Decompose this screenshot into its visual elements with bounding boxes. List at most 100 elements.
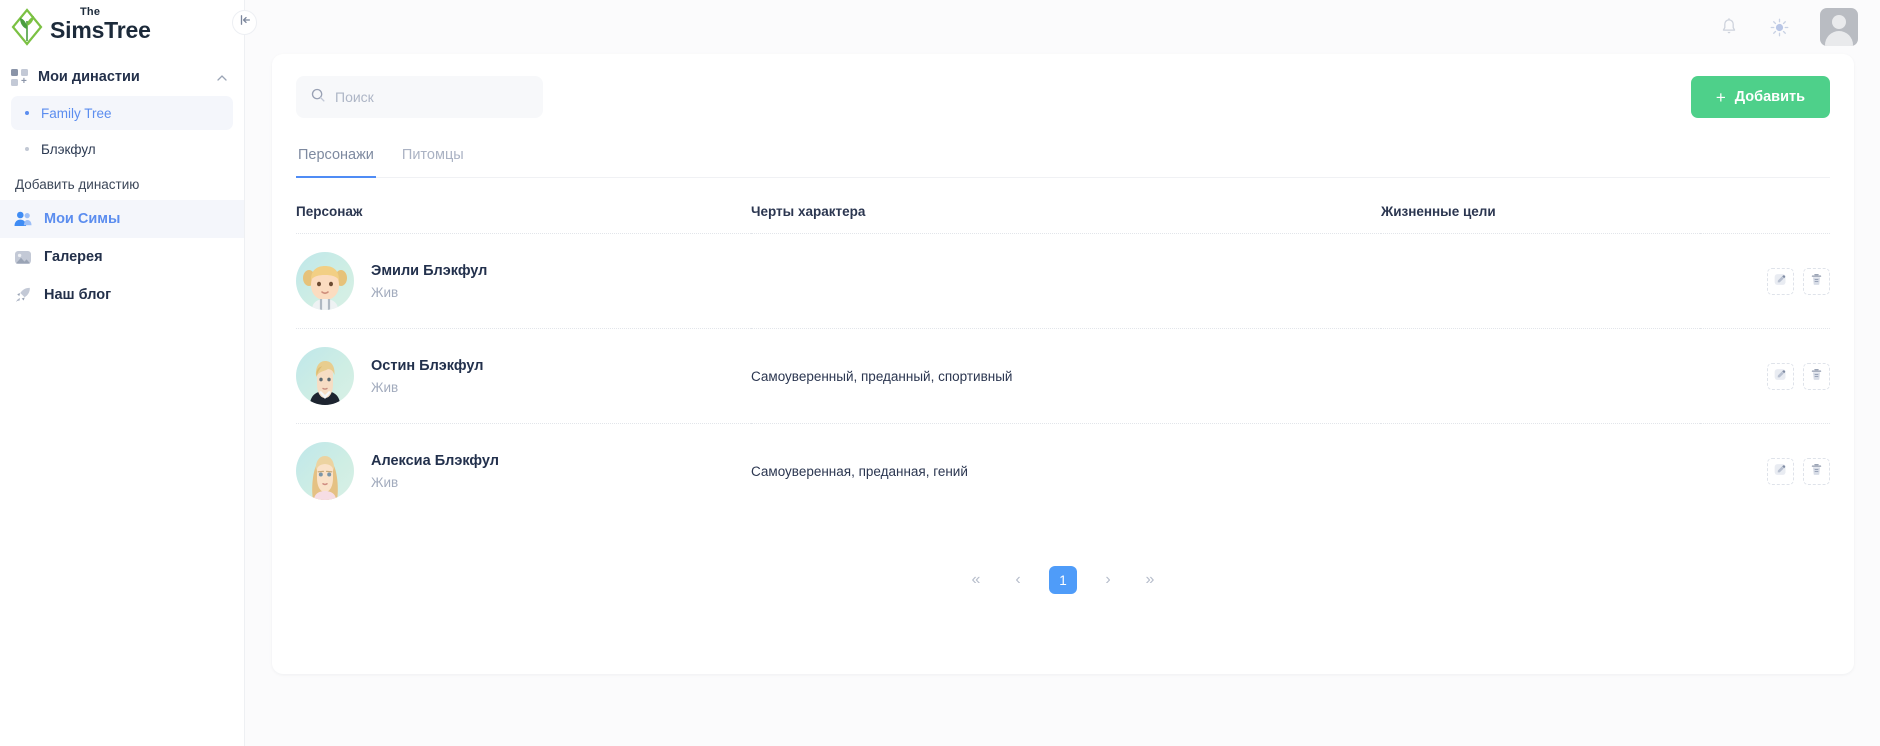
- sidebar: The SimsTree + Мои династии Family Tree: [0, 0, 245, 746]
- chevron-up-icon[interactable]: [216, 71, 228, 83]
- collapse-left-icon: [238, 13, 252, 32]
- sim-name: Алексиа Блэкфул: [371, 452, 499, 469]
- col-header-traits: Черты характера: [751, 204, 866, 219]
- bullet-icon: [25, 147, 29, 151]
- sidebar-subitem-label: Блэкфул: [41, 141, 96, 157]
- sidebar-item-label: Наш блог: [44, 287, 112, 303]
- add-button-label: Добавить: [1734, 89, 1805, 105]
- edit-button[interactable]: [1767, 362, 1794, 390]
- table-header-row: Персонаж Черты характера Жизненные цели: [296, 194, 1830, 234]
- search-icon: [310, 87, 326, 108]
- add-button[interactable]: + Добавить: [1690, 76, 1830, 118]
- pagination-prev[interactable]: ‹: [1007, 567, 1029, 593]
- person-cell: Остин Блэкфул Жив: [296, 347, 751, 405]
- pagination-page-1[interactable]: 1: [1049, 566, 1077, 594]
- top-bar: [245, 0, 1880, 54]
- table-row[interactable]: Алексиа Блэкфул Жив Самоуверенная, преда…: [296, 423, 1830, 518]
- col-header-character: Персонаж: [296, 204, 363, 219]
- sim-name: Эмили Блэкфул: [371, 262, 488, 279]
- search-box[interactable]: [296, 76, 543, 118]
- pagination-last[interactable]: »: [1139, 567, 1161, 593]
- cell-actions: [1700, 233, 1830, 329]
- plus-icon: +: [1715, 87, 1726, 107]
- sun-icon[interactable]: [1769, 17, 1790, 38]
- pagination-next[interactable]: ›: [1097, 567, 1119, 593]
- sidebar-collapse-button[interactable]: [232, 10, 257, 35]
- cell-character: Остин Блэкфул Жив: [296, 328, 751, 424]
- cell-traits: Самоуверенный, преданный, спортивный: [751, 328, 1381, 424]
- bullet-icon: [25, 111, 29, 115]
- cell-goals: [1381, 328, 1700, 424]
- sidebar-item-gallery[interactable]: Галерея: [0, 238, 244, 276]
- sims-panel: + Добавить Персонажи Питомцы Перс: [272, 54, 1854, 674]
- row-actions: [1700, 362, 1830, 390]
- users-icon: [13, 209, 33, 229]
- tab-label: Персонажи: [298, 147, 374, 163]
- delete-button[interactable]: [1803, 267, 1830, 295]
- sidebar-group-label: Мои династии: [38, 69, 140, 85]
- tab-pets[interactable]: Питомцы: [400, 142, 466, 178]
- row-actions: [1700, 267, 1830, 295]
- image-icon: [13, 247, 33, 267]
- sim-avatar: [296, 442, 354, 500]
- bell-icon[interactable]: [1719, 17, 1739, 37]
- main-area: + Добавить Персонажи Питомцы Перс: [245, 0, 1880, 746]
- cell-traits: Самоуверенная, преданная, гений: [751, 423, 1381, 518]
- col-header-actions: [1700, 194, 1830, 234]
- avatar-body: [1825, 31, 1853, 46]
- delete-button[interactable]: [1803, 362, 1830, 390]
- simstree-leaf-icon: [10, 7, 44, 47]
- edit-button[interactable]: [1767, 267, 1794, 295]
- edit-button[interactable]: [1767, 457, 1794, 485]
- delete-button[interactable]: [1803, 457, 1830, 485]
- avatar-head: [1832, 15, 1846, 29]
- user-avatar[interactable]: [1820, 8, 1858, 46]
- sidebar-item-blog[interactable]: Наш блог: [0, 276, 244, 314]
- brand-text: The SimsTree: [50, 6, 151, 42]
- content-region: + Добавить Персонажи Питомцы Перс: [245, 54, 1880, 746]
- sidebar-nav: + Мои династии Family Tree Блэкфул Добав…: [0, 54, 244, 314]
- sidebar-group-my-dynasties[interactable]: + Мои династии: [0, 60, 244, 94]
- tab-characters[interactable]: Персонажи: [296, 142, 376, 178]
- table-body: Эмили Блэкфул Жив Остин Блэкфул Жив Само…: [296, 233, 1830, 518]
- sidebar-item-family-tree[interactable]: Family Tree: [11, 96, 233, 130]
- row-actions: [1700, 457, 1830, 485]
- sidebar-item-label: Галерея: [44, 249, 103, 265]
- sim-avatar: [296, 347, 354, 405]
- sidebar-item-blackful[interactable]: Блэкфул: [11, 132, 233, 166]
- cell-actions: [1700, 328, 1830, 424]
- pencil-icon: [1773, 272, 1788, 290]
- person-cell: Эмили Блэкфул Жив: [296, 252, 751, 310]
- panel-tabs: Персонажи Питомцы: [296, 142, 1830, 178]
- search-input[interactable]: [335, 89, 515, 105]
- person-cell: Алексиа Блэкфул Жив: [296, 442, 751, 500]
- cell-goals: [1381, 423, 1700, 518]
- trash-icon: [1809, 272, 1824, 290]
- sim-status: Жив: [371, 379, 399, 395]
- rocket-icon: [13, 285, 33, 305]
- panel-toolbar: + Добавить: [296, 76, 1830, 118]
- cell-character: Эмили Блэкфул Жив: [296, 233, 751, 329]
- sim-name: Остин Блэкфул: [371, 357, 484, 374]
- table-row[interactable]: Эмили Блэкфул Жив: [296, 233, 1830, 329]
- pagination: « ‹ 1 › »: [296, 566, 1830, 594]
- grid-plus-icon: +: [11, 68, 28, 86]
- sidebar-item-my-sims[interactable]: Мои Симы: [0, 200, 244, 238]
- sidebar-subitem-label: Family Tree: [41, 105, 112, 121]
- cell-character: Алексиа Блэкфул Жив: [296, 423, 751, 518]
- pencil-icon: [1773, 367, 1788, 385]
- pencil-icon: [1773, 462, 1788, 480]
- app-logo[interactable]: The SimsTree: [0, 0, 244, 54]
- sim-status: Жив: [371, 474, 399, 490]
- pagination-first[interactable]: «: [965, 567, 987, 593]
- trash-icon: [1809, 462, 1824, 480]
- sim-avatar: [296, 252, 354, 310]
- table-row[interactable]: Остин Блэкфул Жив Самоуверенный, преданн…: [296, 328, 1830, 424]
- cell-actions: [1700, 423, 1830, 518]
- sidebar-item-label: Мои Симы: [44, 211, 121, 227]
- sidebar-add-dynasty[interactable]: Добавить династию: [0, 168, 244, 200]
- sidebar-add-dynasty-label: Добавить династию: [15, 176, 140, 192]
- brand-the: The: [80, 5, 101, 18]
- tab-label: Питомцы: [401, 147, 464, 163]
- trash-icon: [1809, 367, 1824, 385]
